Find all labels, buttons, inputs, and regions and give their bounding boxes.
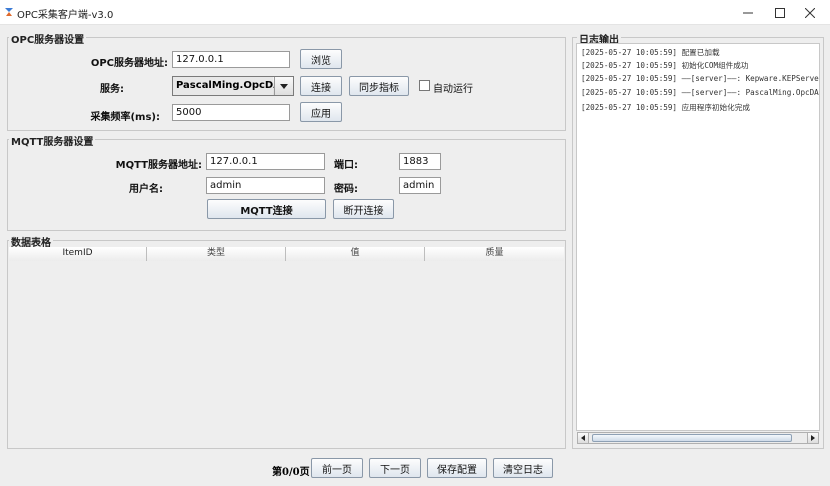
log-line: [2025-05-27 10:05:59] 应用程序初始化完成 (581, 103, 750, 112)
data-table[interactable]: ItemID 类型 值 质量 (9, 247, 564, 447)
table-header: ItemID 类型 值 质量 (9, 247, 564, 261)
opc-server-select[interactable]: PascalMing.OpcDA (172, 76, 294, 96)
save-config-button[interactable]: 保存配置 (427, 458, 487, 478)
opc-address-input[interactable]: 127.0.0.1 (172, 51, 290, 68)
password-input[interactable]: admin (399, 177, 441, 194)
opc-server-selected: PascalMing.OpcDA (173, 77, 281, 95)
freq-label: 采集频率(ms): (90, 112, 160, 123)
log-line: [2025-05-27 10:05:59] 初始化COM组件成功 (581, 61, 749, 70)
browse-button[interactable]: 浏览 (300, 49, 342, 69)
username-label: 用户名: (129, 184, 163, 195)
scroll-left-button[interactable] (578, 433, 589, 443)
port-input[interactable]: 1883 (399, 153, 441, 170)
mqtt-address-label: MQTT服务器地址: (115, 160, 202, 171)
clear-log-button[interactable]: 清空日志 (493, 458, 553, 478)
auto-run-checkbox[interactable] (419, 80, 430, 91)
mqtt-connect-button[interactable]: MQTT连接 (207, 199, 326, 219)
column-header-itemid[interactable]: ItemID (9, 247, 147, 261)
dropdown-arrow[interactable] (274, 77, 293, 95)
arrow-left-icon (581, 435, 585, 441)
freq-input[interactable]: 5000 (172, 104, 290, 121)
opc-server-label: 服务: (100, 84, 124, 95)
scroll-right-button[interactable] (807, 433, 818, 443)
title-bar: OPC采集客户端-v3.0 (0, 0, 830, 25)
chevron-down-icon (280, 83, 288, 89)
prev-page-button[interactable]: 前一页 (311, 458, 363, 478)
log-line: [2025-05-27 10:05:59] ——[server]——: Pasc… (581, 88, 819, 97)
opc-section-title: OPC服务器设置 (9, 31, 87, 46)
port-label: 端口: (334, 160, 358, 171)
sync-metrics-button[interactable]: 同步指标 (349, 76, 409, 96)
maximize-button[interactable] (763, 0, 797, 25)
auto-run-label: 自动运行 (433, 84, 473, 95)
next-page-button[interactable]: 下一页 (369, 458, 421, 478)
app-logo-icon (5, 8, 13, 16)
page-indicator: 第0/0页 (272, 467, 310, 478)
minimize-button[interactable] (731, 0, 765, 25)
apply-button[interactable]: 应用 (300, 102, 342, 122)
window-title: OPC采集客户端-v3.0 (17, 10, 114, 21)
column-header-value[interactable]: 值 (286, 247, 425, 261)
arrow-right-icon (811, 435, 815, 441)
log-horizontal-scrollbar[interactable] (577, 432, 819, 444)
column-header-quality[interactable]: 质量 (425, 247, 564, 261)
close-icon (805, 7, 815, 18)
log-line: [2025-05-27 10:05:59] 配置已加载 (581, 48, 720, 57)
username-input[interactable]: admin (206, 177, 325, 194)
log-line: [2025-05-27 10:05:59] ——[server]——: Kepw… (581, 74, 820, 83)
close-button[interactable] (793, 0, 827, 25)
mqtt-section-title: MQTT服务器设置 (9, 133, 96, 148)
maximize-icon (775, 7, 785, 18)
mqtt-disconnect-button[interactable]: 断开连接 (333, 199, 394, 219)
opc-connect-button[interactable]: 连接 (300, 76, 342, 96)
minimize-icon (743, 12, 753, 13)
scroll-thumb[interactable] (592, 434, 792, 442)
mqtt-address-input[interactable]: 127.0.0.1 (206, 153, 325, 170)
log-output[interactable]: [2025-05-27 10:05:59] 配置已加载 [2025-05-27 … (576, 43, 820, 431)
opc-address-label: OPC服务器地址: (90, 58, 168, 69)
column-header-type[interactable]: 类型 (147, 247, 286, 261)
password-label: 密码: (334, 184, 358, 195)
